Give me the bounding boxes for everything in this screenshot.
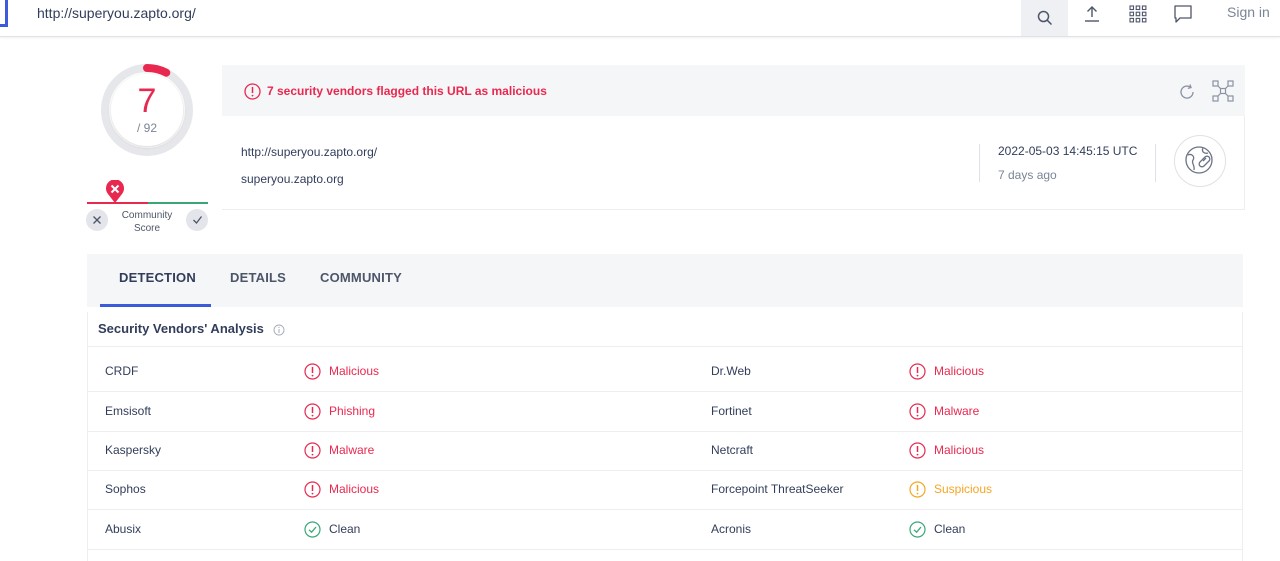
divider xyxy=(1155,144,1156,182)
active-tab-indicator xyxy=(100,304,211,307)
alert-icon xyxy=(909,363,926,380)
analysis-date: 2022-05-03 14:45:15 UTC xyxy=(998,144,1138,158)
community-score-label: Community Score xyxy=(112,209,182,235)
vendor-name: Kaspersky xyxy=(105,443,162,457)
vendor-result: Malicious xyxy=(934,443,985,457)
tab-details[interactable]: DETAILS xyxy=(230,270,286,285)
close-icon xyxy=(93,216,101,224)
alert-icon xyxy=(304,442,321,459)
divider xyxy=(87,509,1243,510)
vendor-name: CRDF xyxy=(105,364,139,378)
detection-total: / 92 xyxy=(136,121,157,135)
tab-community[interactable]: COMMUNITY xyxy=(320,270,402,285)
upload-icon xyxy=(1085,6,1099,22)
apps-grid-icon xyxy=(1129,5,1147,23)
vendor-name: Abusix xyxy=(105,522,142,536)
community-score-bar-positive xyxy=(148,202,208,204)
url-type-badge xyxy=(1174,135,1226,187)
alert-icon xyxy=(909,481,926,498)
tab-detection[interactable]: DETECTION xyxy=(119,270,196,285)
divider xyxy=(87,470,1243,471)
sign-in-link[interactable]: Sign in xyxy=(1227,4,1270,20)
divider xyxy=(979,144,980,182)
search-button[interactable] xyxy=(1021,0,1068,36)
check-circle-icon xyxy=(909,521,926,538)
upload-button[interactable] xyxy=(1072,0,1112,28)
vendor-result: Malware xyxy=(329,443,375,457)
apps-grid-button[interactable] xyxy=(1118,0,1158,28)
chat-button[interactable] xyxy=(1163,0,1203,28)
analyzed-host[interactable]: superyou.zapto.org xyxy=(241,172,344,186)
vendor-result: Clean xyxy=(934,522,966,536)
vote-malicious-button[interactable] xyxy=(86,209,108,231)
alert-icon xyxy=(304,403,321,420)
alert-icon xyxy=(909,403,926,420)
url-info-card xyxy=(222,116,1245,210)
alert-icon xyxy=(304,481,321,498)
vendor-result: Malware xyxy=(934,404,980,418)
vendor-result: Malicious xyxy=(329,482,380,496)
vendor-name: Emsisoft xyxy=(105,404,152,418)
reanalyze-icon[interactable] xyxy=(1177,82,1197,102)
community-score-label-line1: Community xyxy=(121,210,173,221)
search-url-text[interactable]: http://superyou.zapto.org/ xyxy=(37,5,196,21)
divider xyxy=(87,391,1243,392)
check-icon xyxy=(192,216,202,224)
vendor-name: Sophos xyxy=(105,482,146,496)
vendor-result: Phishing xyxy=(329,404,376,418)
vendor-name: Acronis xyxy=(711,522,752,536)
alert-icon xyxy=(244,83,261,100)
vendor-result: Malicious xyxy=(934,364,985,378)
divider xyxy=(87,431,1243,432)
search-icon xyxy=(1037,10,1052,26)
community-score-label-line2: Score xyxy=(133,223,161,234)
alert-banner-text: 7 security vendors flagged this URL as m… xyxy=(267,84,547,98)
community-score-marker-icon xyxy=(106,180,124,203)
vendors-analysis-panel xyxy=(87,312,1243,561)
graph-icon[interactable] xyxy=(1212,80,1234,102)
vendor-name: Fortinet xyxy=(711,404,752,418)
divider xyxy=(87,549,1243,550)
vendor-name: Netcraft xyxy=(711,443,754,457)
divider xyxy=(87,346,1243,347)
alert-icon xyxy=(909,442,926,459)
analysis-age: 7 days ago xyxy=(998,168,1057,182)
analyzed-url: http://superyou.zapto.org/ xyxy=(241,145,378,159)
vendor-result: Malicious xyxy=(329,364,380,378)
vote-harmless-button[interactable] xyxy=(186,209,208,231)
check-circle-icon xyxy=(304,521,321,538)
alert-icon xyxy=(304,363,321,380)
vendor-result: Suspicious xyxy=(934,482,993,496)
vendor-name: Dr.Web xyxy=(711,364,751,378)
vendor-name: Forcepoint ThreatSeeker xyxy=(711,482,844,496)
chat-icon xyxy=(1174,5,1192,23)
detection-count: 7 xyxy=(137,82,157,120)
logo[interactable] xyxy=(0,0,8,27)
info-icon[interactable] xyxy=(273,324,285,336)
section-title: Security Vendors' Analysis xyxy=(98,321,264,336)
vendor-result: Clean xyxy=(329,522,361,536)
globe-link-icon xyxy=(1185,146,1213,174)
